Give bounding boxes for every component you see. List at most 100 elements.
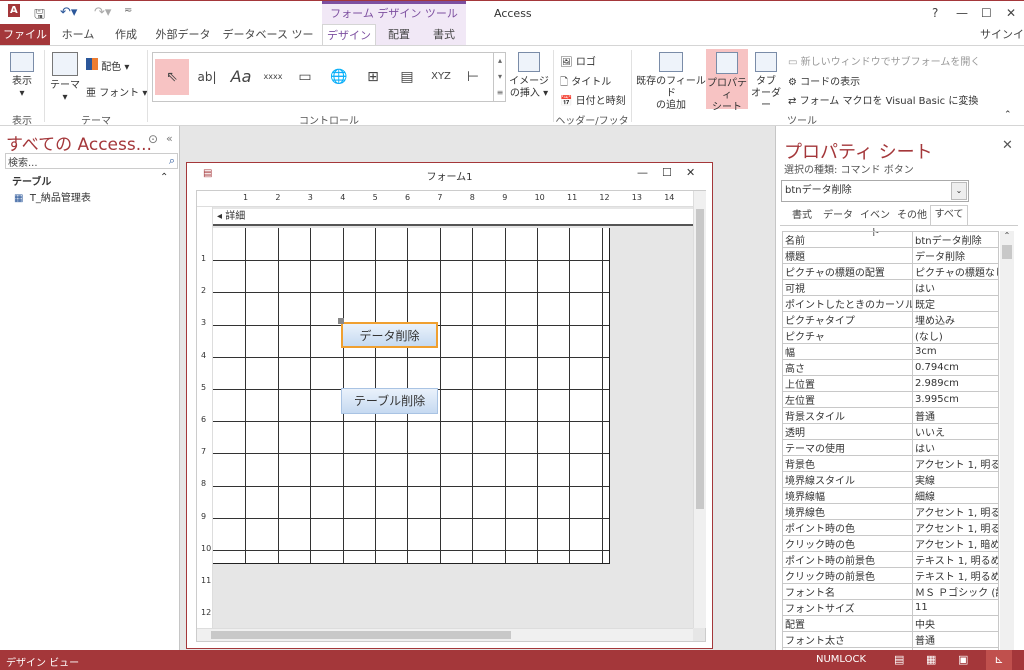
property-value[interactable]: 3cm (912, 343, 999, 360)
property-row[interactable]: 可視 はい (782, 279, 999, 296)
textbox-icon[interactable]: ab| (191, 59, 223, 95)
label-icon[interactable]: Aa (225, 59, 257, 95)
controls-gallery[interactable]: ⇖ ab| Aa xxxx ▭ 🌐 ⊞ ▤ XYZ ⊢ ▴ ▾ ≡ (152, 52, 506, 102)
property-sheet-button[interactable]: プロパティ シート (706, 49, 748, 113)
theme-button[interactable]: テーマ ▾ (50, 52, 80, 104)
property-row[interactable]: 配置 中央 (782, 615, 999, 632)
property-row[interactable]: フォントサイズ 11 (782, 599, 999, 616)
insert-image-button[interactable]: イメージ の挿入 ▾ (508, 52, 550, 100)
property-value[interactable]: 11 (912, 599, 999, 616)
form-maximize-button[interactable]: ☐ (662, 166, 672, 179)
convert-macros-button[interactable]: ⇄ フォーム マクロを Visual Basic に変換 (788, 92, 978, 107)
form-close-button[interactable]: ✕ (686, 166, 695, 179)
property-value[interactable]: 普通 (912, 631, 999, 648)
nav-section-tables[interactable]: テーブル (12, 173, 51, 188)
property-row[interactable]: ピクチャ (なし) (782, 327, 999, 344)
design-view-icon[interactable]: ⊾ (986, 650, 1012, 670)
property-value[interactable]: はい (912, 279, 999, 296)
property-row[interactable]: 境界線スタイル 実線 (782, 471, 999, 488)
property-row[interactable]: 透明 いいえ (782, 423, 999, 440)
property-row[interactable]: ポイントしたときのカーソル 既定 (782, 295, 999, 312)
property-value[interactable]: アクセント 1, 明るめ (912, 503, 999, 520)
customize-qat-icon[interactable]: ≂ (124, 5, 132, 16)
delete-data-button[interactable]: データ削除 (341, 322, 438, 348)
property-value[interactable]: (なし) (912, 327, 999, 344)
property-value[interactable]: 実線 (912, 471, 999, 488)
colors-button[interactable]: 配色 ▾ (86, 58, 129, 73)
property-row[interactable]: 上位置 2.989cm (782, 375, 999, 392)
tab-other-props[interactable]: その他 (894, 207, 930, 225)
property-row[interactable]: 標題 データ削除 (782, 247, 999, 264)
page-break-icon[interactable]: ⊢ (457, 59, 489, 95)
property-value[interactable]: 埋め込み (912, 311, 999, 328)
property-value[interactable]: 細線 (912, 487, 999, 504)
collapse-ribbon-icon[interactable]: ⌃ (1004, 110, 1012, 120)
help-button[interactable]: ? (932, 6, 938, 20)
property-row[interactable]: クリック時の前景色テキスト 1, 明るめ 2 (782, 567, 999, 584)
property-value[interactable]: アクセント 1, 暗め 2 (912, 535, 999, 552)
collapse-section-icon[interactable]: ⌃ (160, 172, 168, 183)
property-value[interactable]: 中央 (912, 615, 999, 632)
shutter-bar-icon[interactable]: « (166, 132, 173, 145)
property-value[interactable]: 3.995cm (912, 391, 999, 408)
chevron-down-icon[interactable]: ⌄ (951, 182, 967, 200)
nav-item-table[interactable]: ▦ T_納品管理表 (14, 189, 91, 204)
property-value[interactable]: 既定 (912, 295, 999, 312)
tab-format[interactable]: 書式 (422, 24, 466, 46)
property-value[interactable]: アクセント 1, 明るめ (912, 519, 999, 536)
property-value[interactable]: テキスト 1, 明るめ 2 (912, 567, 999, 584)
tab-design[interactable]: デザイン (322, 24, 376, 46)
minimize-button[interactable]: — (956, 6, 968, 20)
property-row[interactable]: 左位置 3.995cm (782, 391, 999, 408)
property-row[interactable]: 高さ 0.794cm (782, 359, 999, 376)
property-row[interactable]: フォント名 ＭＳ Ｐゴシック (詳 (782, 583, 999, 600)
tab-create[interactable]: 作成 (104, 24, 148, 46)
move-handle[interactable] (338, 318, 344, 324)
select-icon[interactable]: ⇖ (155, 59, 189, 95)
object-selector[interactable]: btnデータ削除 ⌄ (781, 180, 969, 202)
navigation-control-icon[interactable]: ▤ (391, 59, 423, 95)
nav-search-input[interactable]: 検索... ⌕ (5, 153, 178, 169)
web-browser-icon[interactable]: ⊞ (357, 59, 389, 95)
undo-icon[interactable]: ↶▾ (60, 5, 77, 20)
close-button[interactable]: ✕ (1006, 6, 1016, 20)
tab-home[interactable]: ホーム (54, 24, 102, 46)
button-icon[interactable]: xxxx (257, 59, 289, 95)
vertical-scrollbar[interactable] (693, 191, 706, 628)
view-button[interactable]: 表示 ▾ (6, 52, 38, 100)
property-value[interactable]: いいえ (912, 423, 999, 440)
tab-data-props[interactable]: データ (820, 207, 856, 225)
datasheet-view-icon[interactable]: ▦ (926, 653, 936, 666)
property-value[interactable]: 0.794cm (912, 359, 999, 376)
tab-control-icon[interactable]: ▭ (289, 59, 321, 95)
nav-title[interactable]: すべての Access... (6, 130, 152, 155)
property-scrollbar[interactable]: ⌃ (1000, 231, 1014, 650)
tab-arrange[interactable]: 配置 (376, 24, 422, 46)
property-row[interactable]: 幅 3cm (782, 343, 999, 360)
property-value[interactable]: btnデータ削除 (912, 231, 999, 248)
horizontal-scrollbar[interactable] (197, 628, 693, 641)
property-row[interactable]: ポイント時の前景色テキスト 1, 明るめ 2 (782, 551, 999, 568)
property-value[interactable]: 2.989cm (912, 375, 999, 392)
property-row[interactable]: 名前 btnデータ削除 (782, 231, 999, 248)
fonts-button[interactable]: 亜 フォント ▾ (86, 84, 147, 99)
property-row[interactable]: 境界線色アクセント 1, 明るめ (782, 503, 999, 520)
property-row[interactable]: 境界線幅 細線 (782, 487, 999, 504)
property-value[interactable]: データ削除 (912, 247, 999, 264)
form-minimize-button[interactable]: — (637, 166, 648, 179)
delete-table-button[interactable]: テーブル削除 (341, 388, 438, 414)
property-row[interactable]: ポイント時の色アクセント 1, 明るめ (782, 519, 999, 536)
property-value[interactable]: アクセント 1, 明るめ (912, 455, 999, 472)
gallery-scroll[interactable]: ▴ ▾ ≡ (493, 53, 506, 101)
property-value[interactable]: テキスト 1, 明るめ 2 (912, 551, 999, 568)
property-value[interactable]: 普通 (912, 407, 999, 424)
option-group-icon[interactable]: XYZ (425, 59, 457, 95)
logo-button[interactable]: 🖼 ロゴ (560, 53, 596, 68)
property-row[interactable]: テーマの使用 はい (782, 439, 999, 456)
tab-all-props[interactable]: すべて (930, 205, 968, 226)
property-row[interactable]: ピクチャタイプ 埋め込み (782, 311, 999, 328)
nav-menu-icon[interactable]: ⊙ (148, 132, 158, 146)
property-sheet-close-button[interactable]: ✕ (1002, 138, 1013, 153)
view-code-button[interactable]: ⚙ コードの表示 (788, 73, 860, 88)
tab-database-tools[interactable]: データベース ツール (218, 24, 318, 63)
